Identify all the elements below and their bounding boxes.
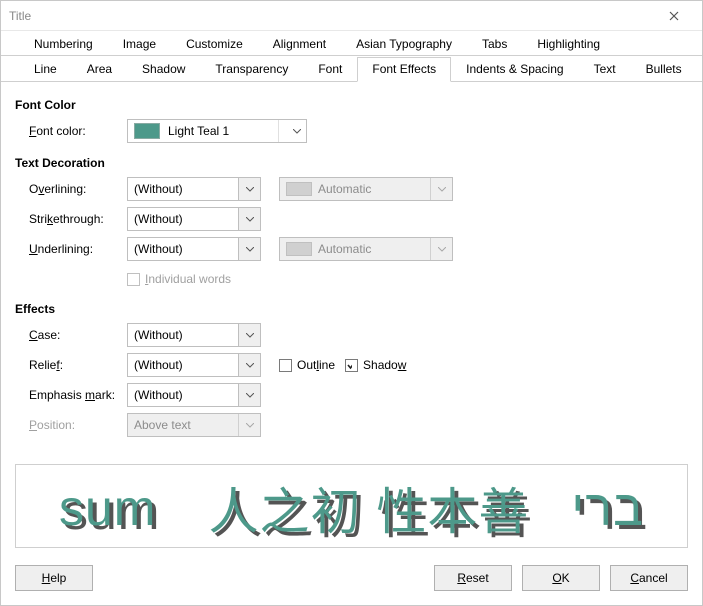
section-text-decoration: Text Decoration: [15, 156, 688, 170]
emphasis-dropdown[interactable]: (Without): [127, 383, 261, 407]
chevron-down-icon: [430, 238, 452, 260]
label-position: Position:: [15, 418, 127, 432]
tab-indents-spacing[interactable]: Indents & Spacing: [451, 57, 578, 82]
tab-numbering[interactable]: Numbering: [19, 32, 108, 56]
label-strikethrough: Strikethrough:: [15, 212, 127, 226]
tab-image[interactable]: Image: [108, 32, 171, 56]
font-color-dropdown[interactable]: Light Teal 1: [127, 119, 307, 143]
chevron-down-icon: [430, 178, 452, 200]
tab-asian-typography[interactable]: Asian Typography: [341, 32, 467, 56]
label-overlining: Overlining:: [15, 182, 127, 196]
underlining-color-value: Automatic: [312, 242, 430, 256]
label-case: Case:: [15, 328, 127, 342]
outline-label: Outline: [297, 358, 335, 372]
tab-row-1: Numbering Image Customize Alignment Asia…: [1, 31, 702, 56]
tab-text[interactable]: Text: [579, 57, 631, 82]
tab-font[interactable]: Font: [303, 57, 357, 82]
checkbox-icon: [279, 359, 292, 372]
underlining-color-dropdown: Automatic: [279, 237, 453, 261]
case-value: (Without): [128, 328, 238, 342]
reset-button[interactable]: Reset: [434, 565, 512, 591]
chevron-down-icon: [288, 120, 306, 142]
underlining-value: (Without): [128, 242, 238, 256]
label-font-color: Font color:: [15, 124, 127, 138]
tab-transparency[interactable]: Transparency: [200, 57, 303, 82]
chevron-down-icon: [238, 384, 260, 406]
font-color-value: Light Teal 1: [160, 124, 278, 138]
chevron-down-icon: [238, 178, 260, 200]
tab-tabs[interactable]: Tabs: [467, 32, 522, 56]
font-color-swatch: [134, 123, 160, 139]
color-swatch-disabled: [286, 242, 312, 256]
tab-customize[interactable]: Customize: [171, 32, 258, 56]
strikethrough-value: (Without): [128, 212, 238, 226]
chevron-down-icon: [238, 354, 260, 376]
label-emphasis: Emphasis mark:: [15, 388, 127, 402]
label-relief: Relief:: [15, 358, 127, 372]
preview-text-cjk: 人之初 性本善: [208, 472, 529, 544]
overlining-dropdown[interactable]: (Without): [127, 177, 261, 201]
individual-words-checkbox: Individual words: [127, 272, 231, 286]
individual-words-label: Individual words: [145, 272, 231, 286]
section-effects: Effects: [15, 302, 688, 316]
cancel-button[interactable]: Cancel: [610, 565, 688, 591]
help-button[interactable]: Help: [15, 565, 93, 591]
ok-button[interactable]: OK: [522, 565, 600, 591]
preview-panel: sum 人之初 性本善 ברי: [15, 464, 688, 548]
button-bar: Help Reset OK Cancel: [1, 565, 702, 591]
overlining-value: (Without): [128, 182, 238, 196]
window-title: Title: [9, 9, 654, 23]
chevron-down-icon: [238, 324, 260, 346]
section-font-color: Font Color: [15, 98, 688, 112]
strikethrough-dropdown[interactable]: (Without): [127, 207, 261, 231]
underlining-dropdown[interactable]: (Without): [127, 237, 261, 261]
relief-value: (Without): [128, 358, 238, 372]
outline-checkbox[interactable]: Outline: [279, 358, 335, 372]
chevron-down-icon: [238, 208, 260, 230]
overlining-color-dropdown: Automatic: [279, 177, 453, 201]
preview-text-rtl: ברי: [571, 479, 644, 537]
tab-area[interactable]: Area: [72, 57, 127, 82]
tab-shadow[interactable]: Shadow: [127, 57, 200, 82]
shadow-label: Shadow: [363, 358, 406, 372]
overlining-color-value: Automatic: [312, 182, 430, 196]
preview-text-latin: sum: [59, 479, 156, 537]
checkbox-icon: [345, 359, 358, 372]
titlebar: Title: [1, 1, 702, 31]
tab-row-2: Line Area Shadow Transparency Font Font …: [1, 56, 702, 82]
position-value: Above text: [128, 418, 238, 432]
emphasis-value: (Without): [128, 388, 238, 402]
close-icon[interactable]: [654, 1, 694, 31]
position-dropdown: Above text: [127, 413, 261, 437]
chevron-down-icon: [238, 414, 260, 436]
shadow-checkbox[interactable]: Shadow: [345, 358, 406, 372]
divider-icon: [278, 120, 288, 142]
color-swatch-disabled: [286, 182, 312, 196]
checkbox-icon: [127, 273, 140, 286]
tab-line[interactable]: Line: [19, 57, 72, 82]
tab-bullets[interactable]: Bullets: [631, 57, 697, 82]
tab-alignment[interactable]: Alignment: [258, 32, 341, 56]
relief-dropdown[interactable]: (Without): [127, 353, 261, 377]
tab-font-effects[interactable]: Font Effects: [357, 57, 451, 82]
case-dropdown[interactable]: (Without): [127, 323, 261, 347]
tab-highlighting[interactable]: Highlighting: [522, 32, 615, 56]
chevron-down-icon: [238, 238, 260, 260]
label-underlining: Underlining:: [15, 242, 127, 256]
